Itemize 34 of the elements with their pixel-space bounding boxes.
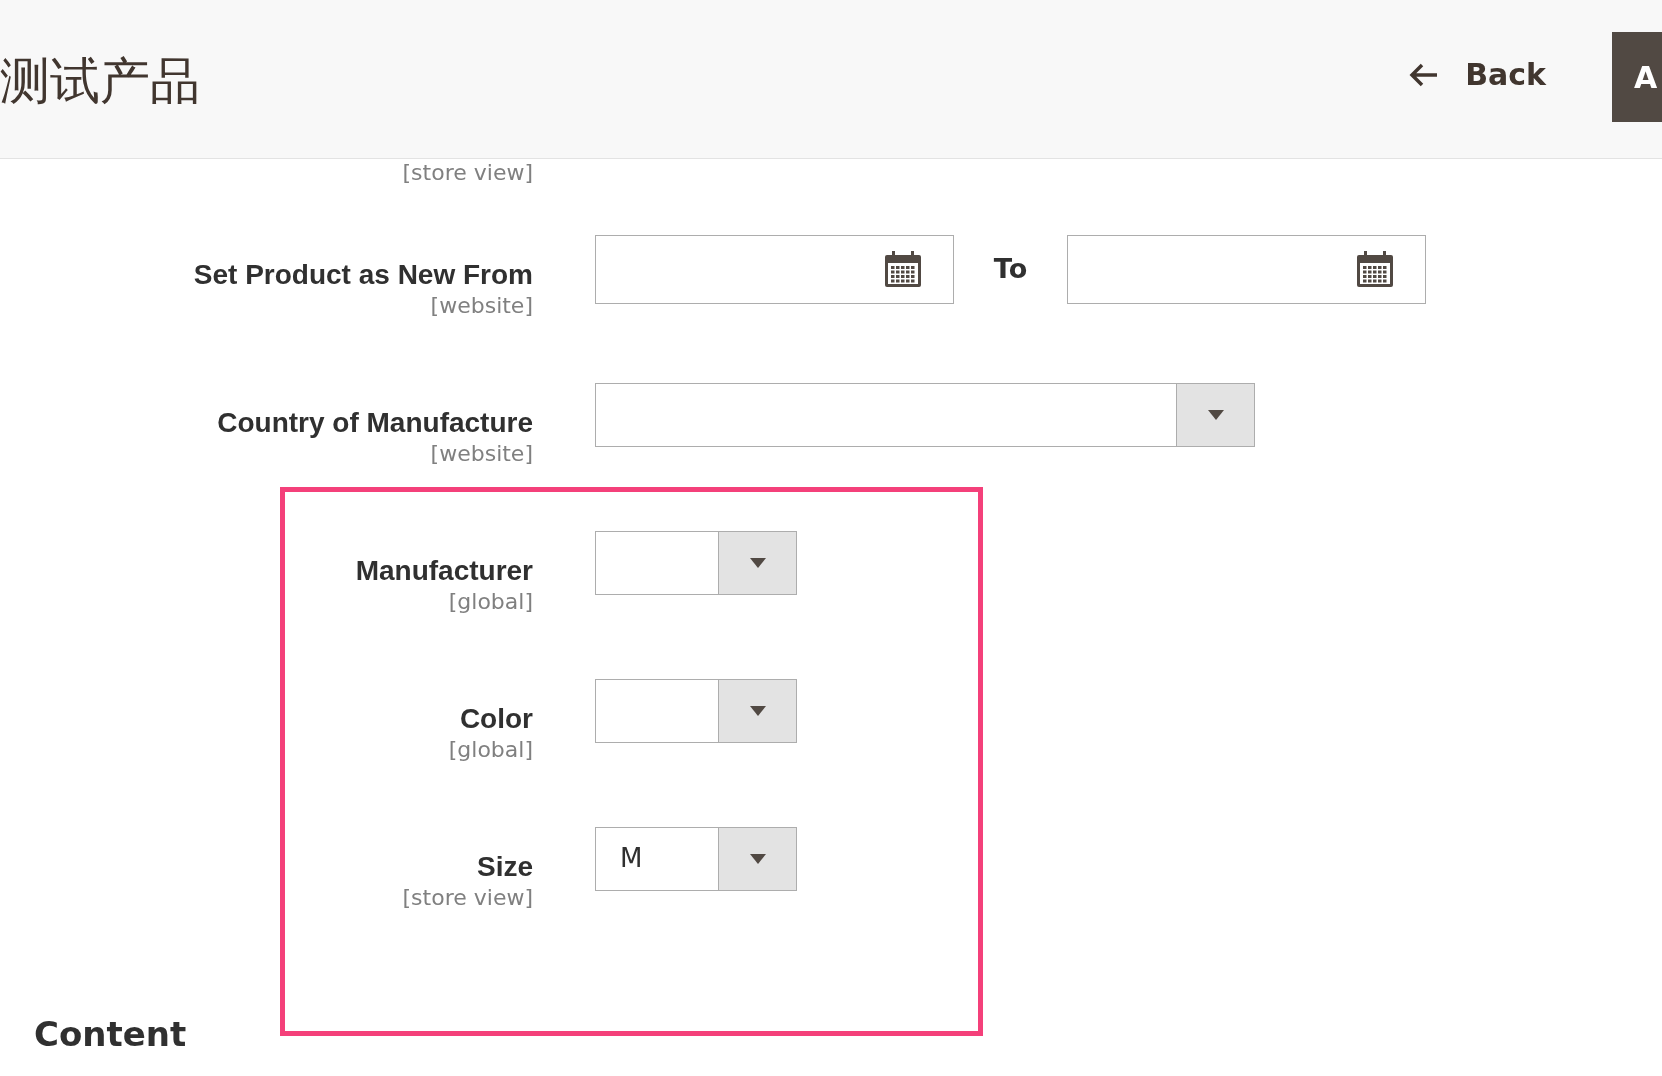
scope-label: [store view] bbox=[402, 883, 533, 911]
date-field[interactable] bbox=[595, 234, 954, 304]
primary-button[interactable]: A bbox=[1612, 32, 1662, 122]
select-field[interactable] bbox=[595, 382, 1255, 447]
select-field[interactable]: M bbox=[595, 826, 797, 891]
caret-icon bbox=[749, 557, 766, 568]
caret-icon bbox=[749, 853, 766, 864]
date-field[interactable] bbox=[1067, 234, 1426, 304]
field-label: Size bbox=[476, 849, 533, 884]
back-button[interactable]: Back bbox=[1409, 52, 1546, 97]
caret-icon bbox=[1207, 409, 1224, 420]
field-label: Set Product as New From bbox=[193, 257, 533, 292]
dropdown-button[interactable] bbox=[718, 827, 796, 890]
range-separator: To bbox=[992, 251, 1029, 286]
calendar-icon[interactable] bbox=[1355, 249, 1395, 289]
scope-label: [store view] bbox=[402, 159, 533, 187]
select-field[interactable] bbox=[595, 530, 797, 595]
select-value: M bbox=[620, 842, 643, 875]
dropdown-button[interactable] bbox=[1176, 383, 1254, 446]
select-field[interactable] bbox=[595, 678, 797, 743]
dropdown-button[interactable] bbox=[718, 531, 796, 594]
scope-label: [website] bbox=[430, 291, 533, 319]
page-title: 测试产品 bbox=[0, 51, 200, 112]
back-arrow-icon bbox=[1409, 61, 1440, 88]
field-label: Manufacturer bbox=[355, 553, 533, 588]
scope-label: [website] bbox=[430, 439, 533, 467]
calendar-icon[interactable] bbox=[883, 249, 923, 289]
scope-label: [global] bbox=[448, 735, 533, 763]
scope-label: [global] bbox=[448, 587, 533, 615]
field-label: Color bbox=[459, 701, 533, 736]
dropdown-button[interactable] bbox=[718, 679, 796, 742]
caret-icon bbox=[749, 705, 766, 716]
field-label: Country of Manufacture bbox=[217, 405, 533, 440]
section-heading: Content bbox=[34, 1013, 187, 1054]
